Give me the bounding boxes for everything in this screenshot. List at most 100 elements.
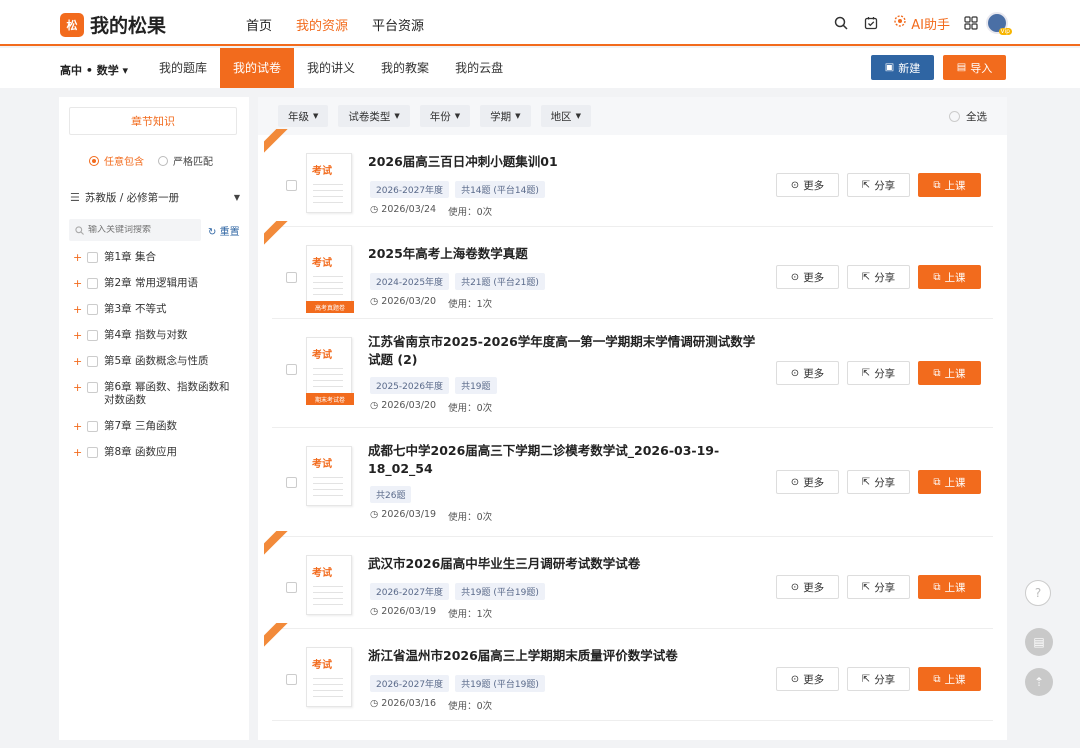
teach-button[interactable]: ⧉ 上课	[918, 667, 981, 691]
expand-icon[interactable]: +	[73, 381, 85, 394]
chapter-item[interactable]: + 第6章 幂函数、指数函数和对数函数	[73, 381, 243, 407]
chapter-checkbox[interactable]	[87, 421, 98, 432]
expand-icon[interactable]: +	[73, 251, 85, 264]
expand-icon[interactable]: +	[73, 355, 85, 368]
paper-row[interactable]: 考试 成都七中学2026届高三下学期二诊模考数学试_2026-03-19-18_0…	[272, 428, 993, 537]
paper-thumbnail[interactable]: 考试	[306, 647, 356, 709]
teach-button[interactable]: ⧉ 上课	[918, 470, 981, 494]
chapter-checkbox[interactable]	[87, 278, 98, 289]
clipboard-icon[interactable]: ▤	[1025, 628, 1053, 656]
share-button[interactable]: ⇱ 分享	[847, 361, 910, 385]
tab-papers[interactable]: 我的试卷	[220, 48, 295, 88]
chapter-item[interactable]: + 第7章 三角函数	[73, 420, 243, 433]
expand-icon[interactable]: +	[73, 329, 85, 342]
chapter-item[interactable]: + 第3章 不等式	[73, 303, 243, 316]
chapter-checkbox[interactable]	[87, 252, 98, 263]
chapter-checkbox[interactable]	[87, 356, 98, 367]
paper-title[interactable]: 武汉市2026届高中毕业生三月调研考试数学试卷	[368, 555, 758, 573]
reset-button[interactable]: ↻ 重置	[208, 223, 240, 238]
filter-grade[interactable]: 年级 ▼	[278, 105, 329, 127]
subject-selector[interactable]: 高中 • 数学 ▾	[60, 62, 128, 78]
teach-label: 上课	[944, 179, 966, 192]
teach-button[interactable]: ⧉ 上课	[918, 361, 981, 385]
nav-my-resources[interactable]: 我的资源	[296, 15, 348, 34]
chapter-search-input[interactable]	[88, 225, 198, 235]
ai-assistant-button[interactable]: AI助手	[892, 13, 950, 33]
paper-thumbnail[interactable]: 考试	[306, 153, 356, 215]
more-button[interactable]: ⊙ 更多	[776, 265, 839, 289]
share-button[interactable]: ⇱ 分享	[847, 173, 910, 197]
filter-region[interactable]: 地区 ▼	[540, 105, 591, 127]
paper-row[interactable]: 考试 期末考试卷 江苏省南京市2025-2026学年度高一第一学期期末学情调研测试数…	[272, 319, 993, 428]
chapter-knowledge-button[interactable]: 章节知识	[69, 107, 237, 135]
more-button[interactable]: ⊙ 更多	[776, 361, 839, 385]
filter-paper-type[interactable]: 试卷类型 ▼	[338, 105, 410, 127]
teach-button[interactable]: ⧉ 上课	[918, 265, 981, 289]
tab-cloud-drive[interactable]: 我的云盘	[442, 48, 516, 88]
apps-grid-icon[interactable]	[962, 14, 980, 32]
chapter-checkbox[interactable]	[87, 447, 98, 458]
more-button[interactable]: ⊙ 更多	[776, 470, 839, 494]
avatar[interactable]: Vip	[986, 12, 1012, 35]
chapter-item[interactable]: + 第4章 指数与对数	[73, 329, 243, 342]
teach-button[interactable]: ⧉ 上课	[918, 173, 981, 197]
back-to-top-icon[interactable]: ⇡	[1025, 668, 1053, 696]
help-icon[interactable]: ?	[1025, 580, 1051, 606]
paper-row[interactable]: 考试 高考真题卷 2025年高考上海卷数学真题 2024-2025年度 共21题 (平台…	[272, 227, 993, 319]
teach-button[interactable]: ⧉ 上课	[918, 575, 981, 599]
filter-year[interactable]: 年份 ▼	[419, 105, 471, 127]
row-checkbox[interactable]	[286, 674, 297, 685]
expand-icon[interactable]: +	[73, 446, 85, 459]
row-checkbox[interactable]	[286, 272, 297, 283]
chapter-checkbox[interactable]	[87, 330, 98, 341]
paper-thumbnail[interactable]: 考试	[306, 446, 356, 508]
row-checkbox[interactable]	[286, 477, 297, 488]
match-strict-option[interactable]: 严格匹配	[158, 153, 213, 168]
more-button[interactable]: ⊙ 更多	[776, 173, 839, 197]
share-button[interactable]: ⇱ 分享	[847, 265, 910, 289]
tab-lesson-plans[interactable]: 我的教案	[368, 48, 442, 88]
paper-title[interactable]: 浙江省温州市2026届高三上学期期末质量评价数学试卷	[368, 647, 758, 665]
paper-thumbnail[interactable]: 考试 期末考试卷	[306, 337, 356, 405]
row-checkbox[interactable]	[286, 364, 297, 375]
select-all[interactable]: 全选	[949, 109, 987, 124]
paper-row[interactable]: 考试 浙江省温州市2026届高三上学期期末质量评价数学试卷 2026-2027年度共…	[272, 629, 993, 721]
paper-thumbnail[interactable]: 考试	[306, 555, 356, 617]
filter-semester[interactable]: 学期 ▼	[480, 105, 531, 127]
select-all-radio[interactable]	[949, 111, 960, 122]
textbook-selector[interactable]: ☰ 苏教版 / 必修第一册 ▼	[70, 190, 240, 205]
new-button[interactable]: ▣ 新建	[871, 55, 934, 80]
chapter-item[interactable]: + 第8章 函数应用	[73, 446, 243, 459]
chapter-checkbox[interactable]	[87, 304, 98, 315]
paper-row[interactable]: 考试 2026届高三百日冲刺小题集训01 2026-2027年度 共14题 (平台14…	[272, 135, 993, 227]
expand-icon[interactable]: +	[73, 303, 85, 316]
chapter-item[interactable]: + 第2章 常用逻辑用语	[73, 277, 243, 290]
paper-row[interactable]: 考试 武汉市2026届高中毕业生三月调研考试数学试卷 2026-2027年度 共19题…	[272, 537, 993, 629]
nav-home[interactable]: 首页	[246, 15, 272, 34]
share-button[interactable]: ⇱ 分享	[847, 470, 910, 494]
nav-platform-resources[interactable]: 平台资源	[372, 15, 424, 34]
row-checkbox[interactable]	[286, 582, 297, 593]
more-button[interactable]: ⊙ 更多	[776, 575, 839, 599]
match-any-option[interactable]: 任意包含	[89, 153, 144, 168]
chapter-item[interactable]: + 第1章 集合	[73, 251, 243, 264]
expand-icon[interactable]: +	[73, 420, 85, 433]
share-button[interactable]: ⇱ 分享	[847, 667, 910, 691]
share-button[interactable]: ⇱ 分享	[847, 575, 910, 599]
paper-title[interactable]: 江苏省南京市2025-2026学年度高一第一学期期末学情调研测试数学试题 (2)	[368, 333, 758, 369]
chapter-item[interactable]: + 第5章 函数概念与性质	[73, 355, 243, 368]
row-checkbox[interactable]	[286, 180, 297, 191]
expand-icon[interactable]: +	[73, 277, 85, 290]
chapter-checkbox[interactable]	[87, 382, 98, 393]
import-button[interactable]: ▤ 导入	[943, 55, 1006, 80]
search-icon[interactable]	[832, 14, 850, 32]
paper-title[interactable]: 2026届高三百日冲刺小题集训01	[368, 153, 758, 171]
more-button[interactable]: ⊙ 更多	[776, 667, 839, 691]
paper-title[interactable]: 成都七中学2026届高三下学期二诊模考数学试_2026-03-19-18_02_…	[368, 442, 758, 478]
task-icon[interactable]	[862, 14, 880, 32]
tab-handouts[interactable]: 我的讲义	[294, 48, 368, 88]
paper-title[interactable]: 2025年高考上海卷数学真题	[368, 245, 758, 263]
logo[interactable]: 松 我的松果	[60, 11, 166, 38]
paper-thumbnail[interactable]: 考试 高考真题卷	[306, 245, 356, 313]
tab-question-bank[interactable]: 我的题库	[146, 48, 220, 88]
